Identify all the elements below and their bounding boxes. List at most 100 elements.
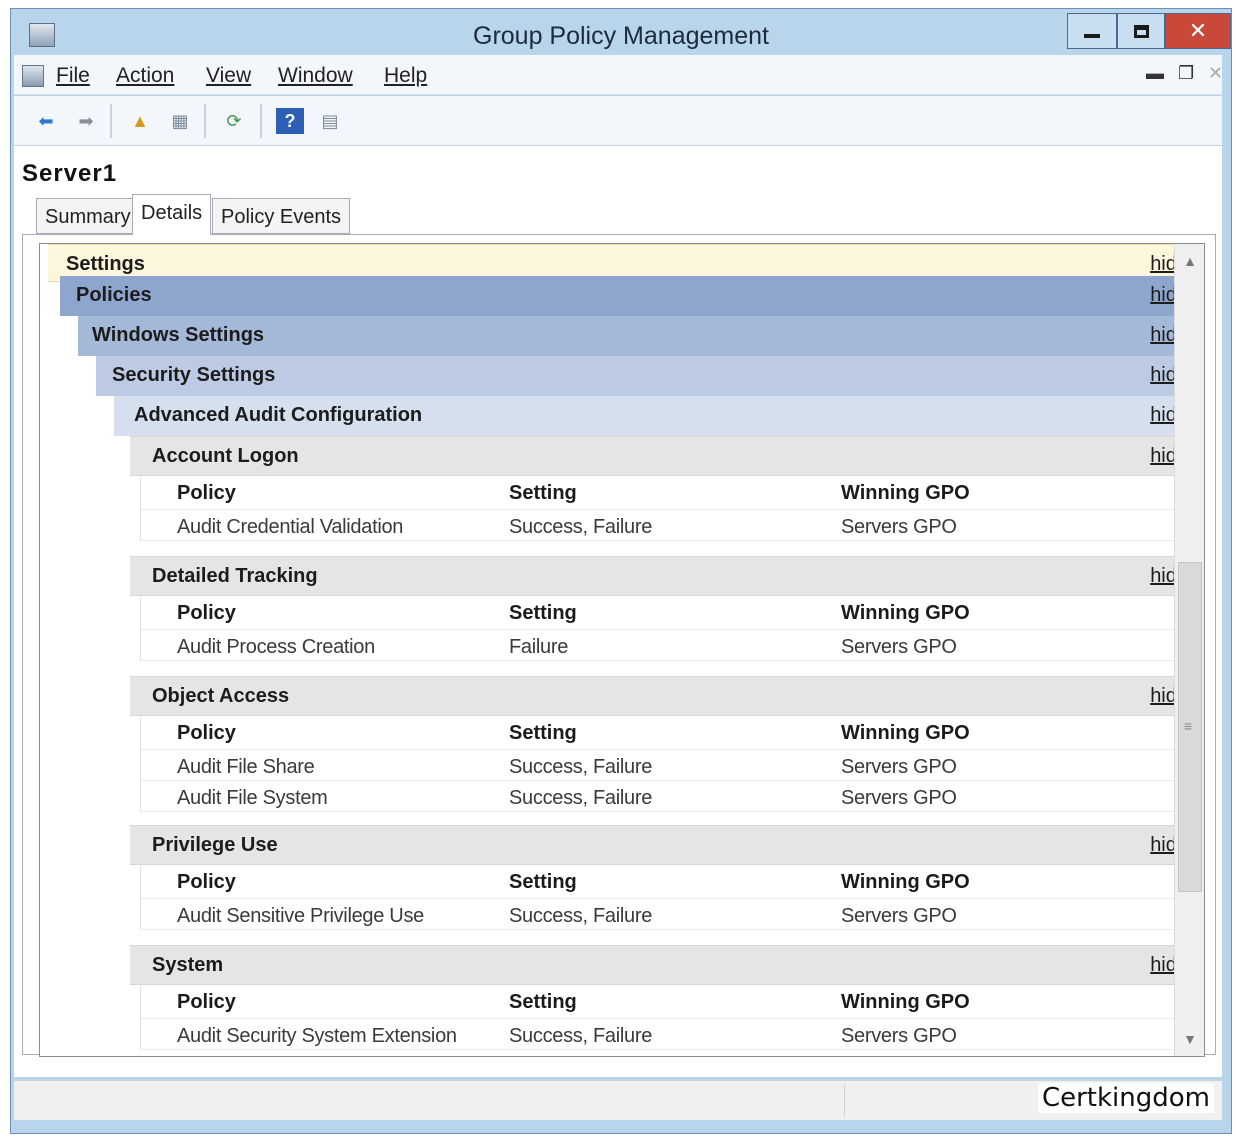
menu-file[interactable]: File: [56, 64, 90, 88]
title-bar[interactable]: Group Policy Management ✕: [11, 9, 1231, 61]
menu-window[interactable]: Window: [278, 64, 353, 88]
forward-arrow-icon[interactable]: ➡: [72, 108, 100, 134]
maximize-icon: [1133, 24, 1149, 38]
section-security-settings: Security Settings hide: [96, 356, 1204, 396]
watermark-text: Certkingdom: [1037, 1083, 1214, 1113]
category-title: Account Logon: [152, 445, 299, 467]
category-title: Object Access: [152, 685, 290, 707]
table-row: Audit Process Creation Failure Servers G…: [141, 630, 1204, 661]
mdi-minimize-icon[interactable]: ▬: [1146, 63, 1164, 84]
section-title: Settings: [66, 253, 145, 275]
column-header-setting: Setting: [509, 991, 577, 1013]
show-hide-console-tree-icon[interactable]: ▦: [166, 108, 194, 134]
table-row: Audit File Share Success, Failure Server…: [141, 750, 1204, 781]
column-header-setting: Setting: [509, 602, 577, 624]
up-folder-icon[interactable]: ▲: [126, 108, 154, 134]
table-row: Audit Sensitive Privilege Use Success, F…: [141, 899, 1204, 930]
policy-setting: Success, Failure: [509, 516, 653, 538]
policy-table-object-access: Policy Setting Winning GPO Audit File Sh…: [140, 716, 1204, 812]
tab-policy-events[interactable]: Policy Events: [212, 198, 351, 234]
close-icon: ✕: [1188, 18, 1208, 43]
section-title: Windows Settings: [92, 324, 265, 346]
column-header-winning-gpo: Winning GPO: [841, 722, 970, 744]
table-row: Audit Credential Validation Success, Fai…: [141, 510, 1204, 541]
category-title: Detailed Tracking: [152, 565, 318, 587]
details-pane: Server1 Summary Details Policy Events Se…: [14, 146, 1222, 1077]
menu-view[interactable]: View: [206, 64, 251, 88]
section-title: Advanced Audit Configuration: [134, 404, 423, 426]
help-icon[interactable]: ?: [276, 108, 304, 134]
policy-setting: Success, Failure: [509, 787, 653, 809]
category-account-logon: Account Logon hide: [130, 436, 1204, 476]
menu-bar: File Action View Window Help ▬ ❐ ✕: [14, 55, 1223, 95]
page-title: Server1: [22, 160, 118, 187]
policy-setting: Failure: [509, 636, 569, 658]
menu-action-label: Action: [116, 64, 175, 87]
policy-table-detailed-tracking: Policy Setting Winning GPO Audit Process…: [140, 596, 1204, 661]
section-policies: Policies hide: [60, 276, 1204, 316]
section-advanced-audit-configuration: Advanced Audit Configuration hide: [114, 396, 1204, 436]
column-header-policy: Policy: [177, 871, 236, 893]
mmc-document-icon[interactable]: [22, 65, 44, 87]
back-arrow-icon[interactable]: ⬅: [32, 108, 60, 134]
column-header-policy: Policy: [177, 602, 236, 624]
category-privilege-use: Privilege Use hide: [130, 825, 1204, 865]
winning-gpo: Servers GPO: [841, 636, 957, 658]
column-header-setting: Setting: [509, 482, 577, 504]
grip-icon: ≡: [1184, 718, 1193, 734]
maximize-button[interactable]: [1117, 13, 1165, 49]
policy-name: Audit Process Creation: [177, 636, 375, 658]
tab-details[interactable]: Details: [132, 194, 212, 235]
policy-table-system: Policy Setting Winning GPO Audit Securit…: [140, 985, 1204, 1050]
policy-name: Audit File System: [177, 787, 328, 809]
section-windows-settings: Windows Settings hide: [78, 316, 1204, 356]
policy-name: Audit File Share: [177, 756, 315, 778]
winning-gpo: Servers GPO: [841, 1025, 957, 1047]
status-separator: [844, 1085, 845, 1117]
show-action-pane-icon[interactable]: ▤: [316, 108, 344, 134]
winning-gpo: Servers GPO: [841, 516, 957, 538]
scroll-up-icon[interactable]: ▲: [1175, 246, 1204, 276]
column-header-policy: Policy: [177, 722, 236, 744]
menu-file-label: File: [56, 64, 90, 87]
toolbar-separator: [110, 104, 112, 138]
menu-view-label: View: [206, 64, 252, 87]
policy-setting: Success, Failure: [509, 756, 653, 778]
details-tab-panel: Settings hide Policies hide Windows Sett…: [22, 234, 1216, 1057]
table-header-row: Policy Setting Winning GPO: [141, 476, 1204, 510]
table-header-row: Policy Setting Winning GPO: [141, 865, 1204, 899]
category-system: System hide: [130, 945, 1204, 985]
winning-gpo: Servers GPO: [841, 756, 957, 778]
policy-setting: Success, Failure: [509, 905, 653, 927]
close-button[interactable]: ✕: [1165, 13, 1231, 49]
refresh-icon[interactable]: ⟳: [220, 108, 248, 134]
minimize-icon: [1084, 34, 1100, 38]
mdi-restore-icon[interactable]: ❐: [1178, 63, 1194, 84]
scroll-down-icon[interactable]: ▼: [1175, 1024, 1204, 1054]
category-object-access: Object Access hide: [130, 676, 1204, 716]
toolbar-separator: [260, 104, 262, 138]
category-title: System: [152, 954, 224, 976]
tab-summary[interactable]: Summary: [36, 198, 140, 234]
table-header-row: Policy Setting Winning GPO: [141, 985, 1204, 1019]
menu-window-label: Window: [278, 64, 353, 87]
scrollbar-thumb[interactable]: ≡: [1178, 562, 1202, 892]
section-title: Policies: [76, 284, 152, 306]
policy-name: Audit Sensitive Privilege Use: [177, 905, 424, 927]
vertical-scrollbar[interactable]: ▲ ≡ ▼: [1174, 244, 1204, 1056]
column-header-policy: Policy: [177, 482, 236, 504]
policy-table-privilege-use: Policy Setting Winning GPO Audit Sensiti…: [140, 865, 1204, 930]
table-row: Audit File System Success, Failure Serve…: [141, 781, 1204, 812]
mdi-close-icon[interactable]: ✕: [1208, 63, 1223, 84]
menu-action[interactable]: Action: [116, 64, 174, 88]
column-header-winning-gpo: Winning GPO: [841, 602, 970, 624]
category-detailed-tracking: Detailed Tracking hide: [130, 556, 1204, 596]
policy-name: Audit Credential Validation: [177, 516, 404, 538]
policy-name: Audit Security System Extension: [177, 1025, 457, 1047]
category-title: Privilege Use: [152, 834, 278, 856]
table-header-row: Policy Setting Winning GPO: [141, 596, 1204, 630]
menu-help[interactable]: Help: [384, 64, 427, 88]
winning-gpo: Servers GPO: [841, 905, 957, 927]
toolbar-separator: [204, 104, 206, 138]
minimize-button[interactable]: [1067, 13, 1117, 49]
